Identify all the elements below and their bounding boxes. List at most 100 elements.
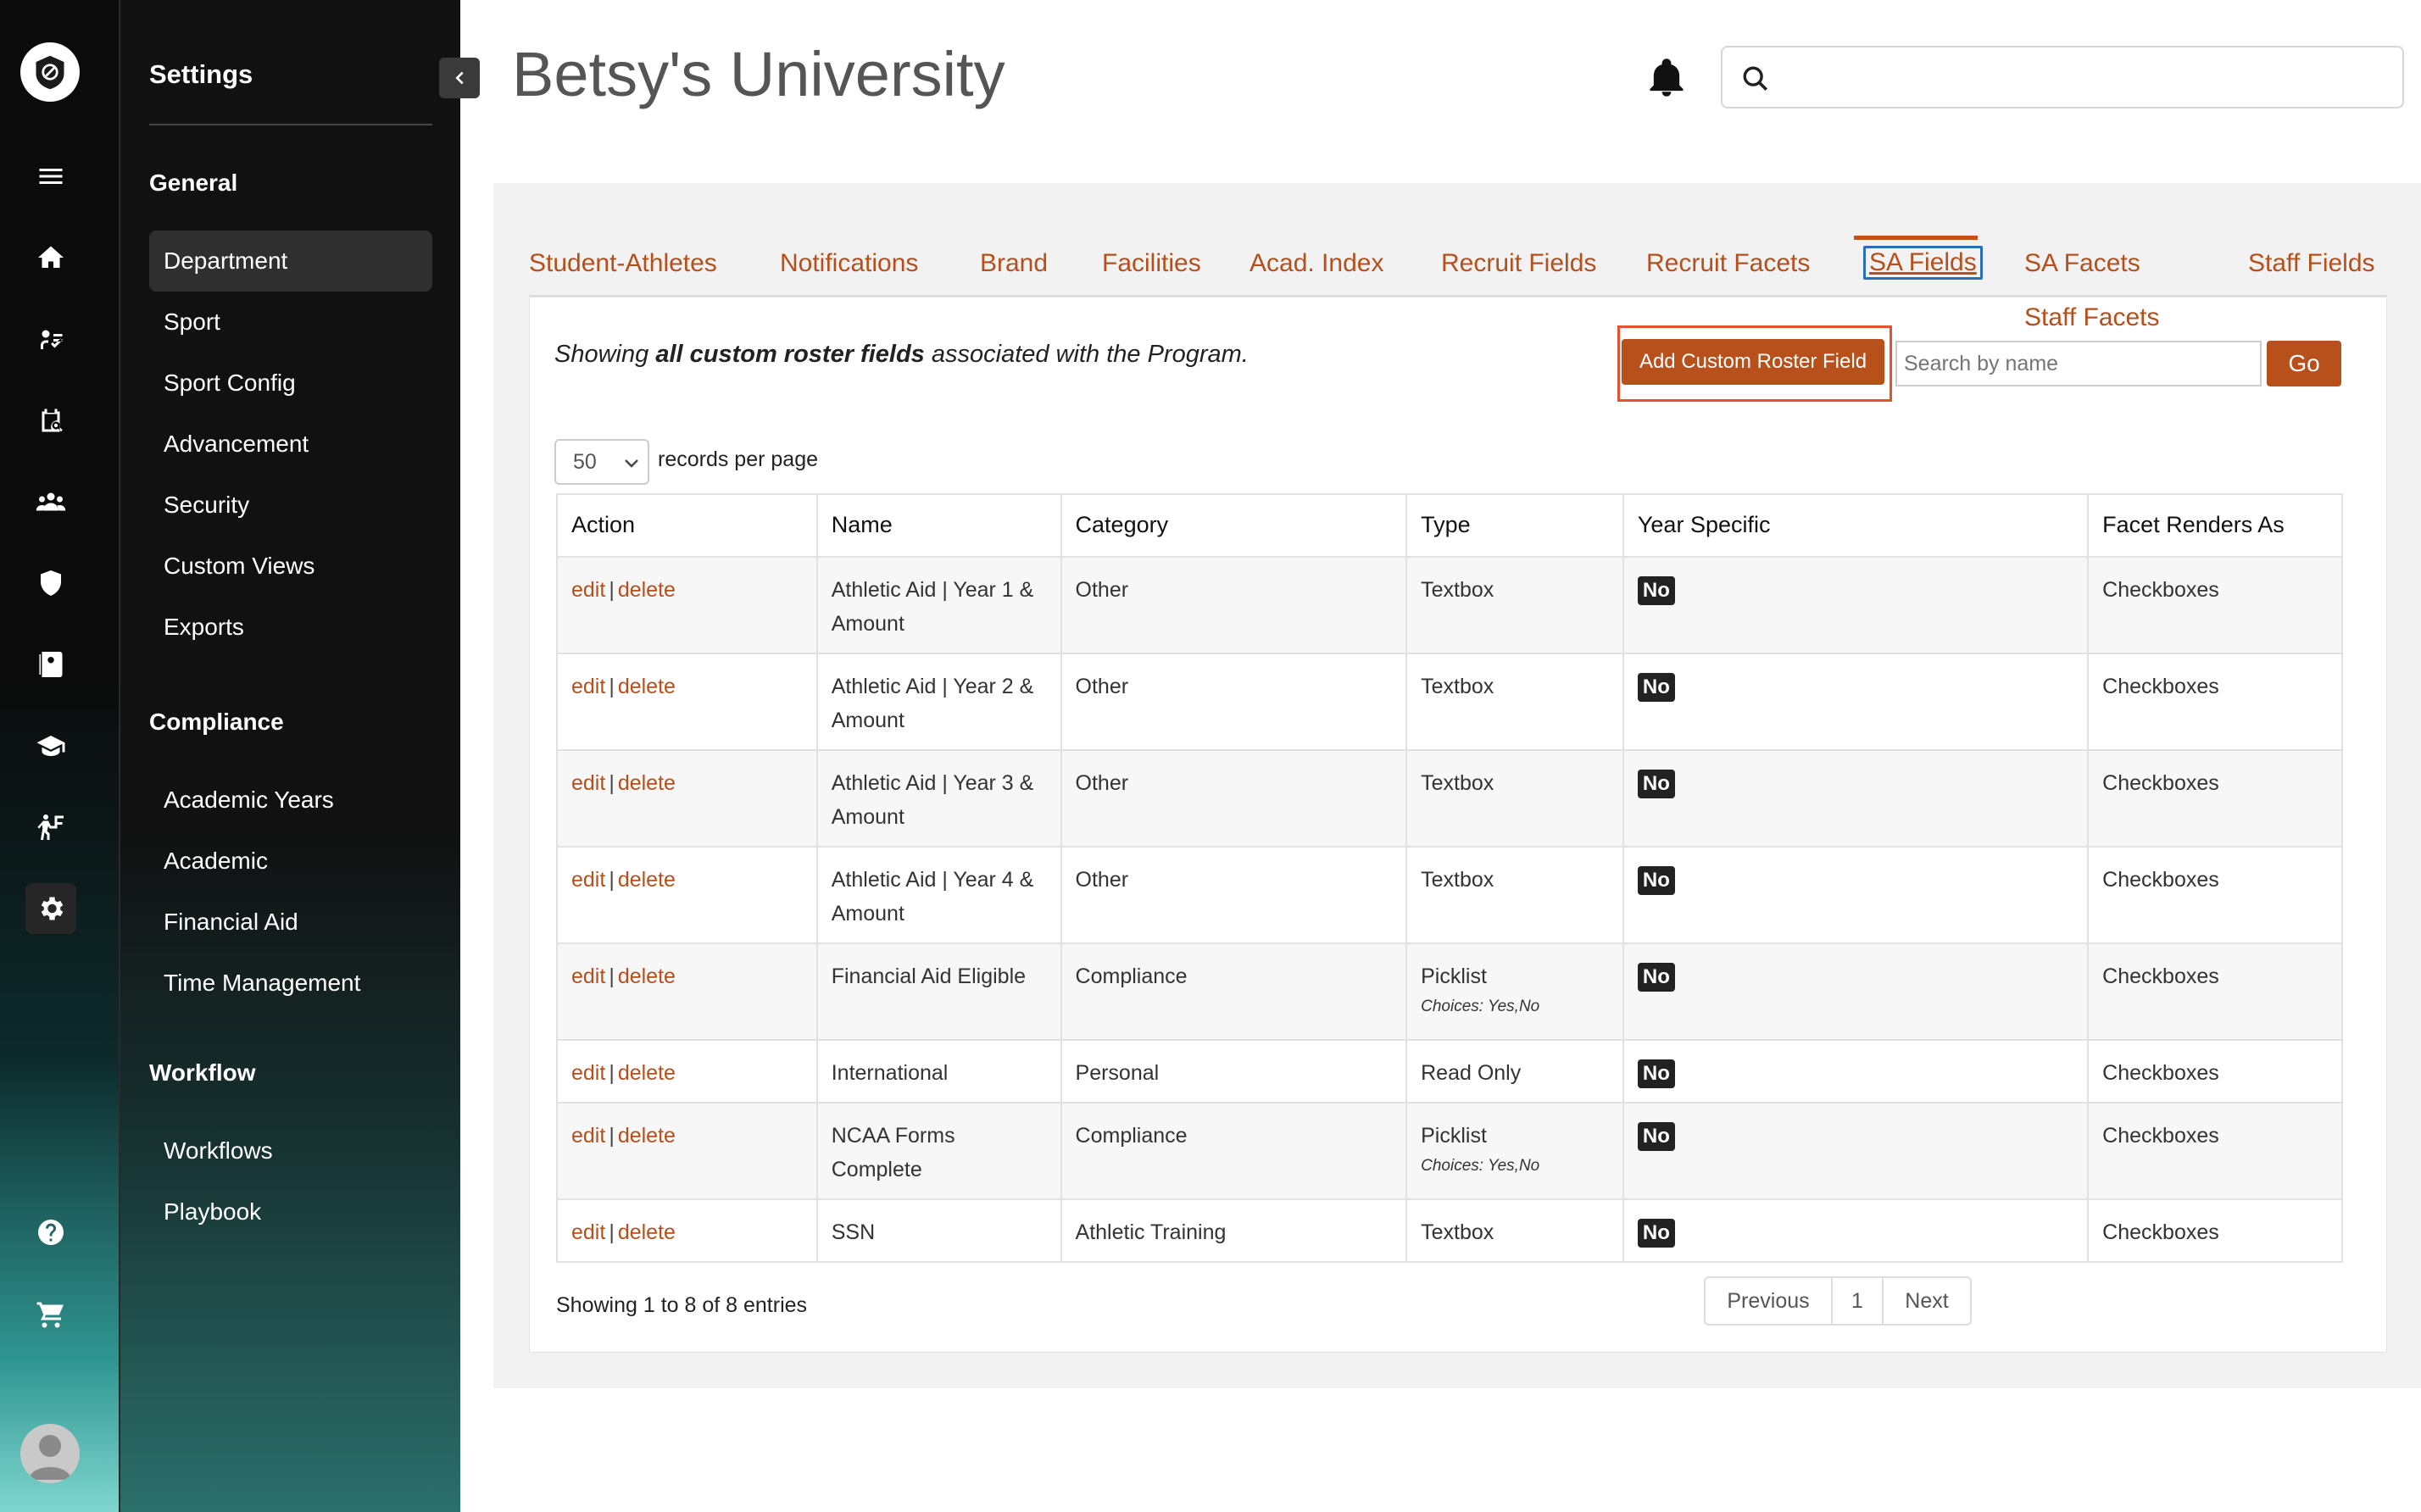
renders-as-cell: Checkboxes [2087, 653, 2343, 751]
edit-link[interactable]: edit [571, 1124, 605, 1148]
delete-link[interactable]: delete [618, 1061, 676, 1085]
tab-acad-index[interactable]: Acad. Index [1249, 249, 1383, 278]
tab-brand[interactable]: Brand [980, 249, 1048, 278]
sidebar-item-advancement[interactable]: Advancement [149, 414, 432, 475]
name-cell: SSN [815, 1198, 1062, 1263]
edit-link[interactable]: edit [571, 964, 605, 988]
tab-recruit-fields[interactable]: Recruit Fields [1441, 249, 1596, 278]
year-specific-badge: No [1637, 576, 1675, 605]
tab-sa-fields[interactable]: SA Fields [1863, 246, 1983, 280]
delete-link[interactable]: delete [618, 675, 676, 698]
category-cell: Other [1060, 653, 1408, 751]
sidebar-item-security[interactable]: Security [149, 475, 432, 536]
graduation-cap-icon[interactable] [25, 720, 76, 771]
delete-link[interactable]: delete [618, 578, 676, 602]
edit-link[interactable]: edit [571, 675, 605, 698]
edit-link[interactable]: edit [571, 578, 605, 602]
collapse-sidebar-button[interactable] [439, 58, 480, 98]
chevron-down-icon [625, 459, 638, 468]
search-icon [1743, 66, 1768, 92]
delete-link[interactable]: delete [618, 1220, 676, 1244]
tab-staff-fields[interactable]: Staff Fields [2248, 249, 2375, 278]
choices-text: Choices: Yes,No [1421, 1157, 1540, 1175]
tab-recruit-facets[interactable]: Recruit Facets [1646, 249, 1810, 278]
sidebar-item-custom-views[interactable]: Custom Views [149, 536, 432, 597]
sidebar-item-exports[interactable]: Exports [149, 597, 432, 658]
action-separator: | [609, 1220, 615, 1244]
home-icon[interactable] [25, 232, 76, 283]
type-value: Read Only [1421, 1061, 1522, 1085]
column-header-facet-renders-as[interactable]: Facet Renders As [2087, 493, 2343, 558]
column-header-type[interactable]: Type [1405, 493, 1624, 558]
recruit-icon[interactable] [25, 314, 76, 364]
training-icon[interactable] [25, 802, 76, 853]
year-specific-badge: No [1637, 963, 1675, 992]
notifications-bell-icon[interactable] [1645, 56, 1689, 100]
name-cell: Athletic Aid | Year 3 & Amount [815, 749, 1062, 848]
global-search-input[interactable] [1782, 54, 2392, 102]
category-cell: Other [1060, 846, 1408, 944]
tab-facilities[interactable]: Facilities [1102, 249, 1201, 278]
delete-link[interactable]: delete [618, 1124, 676, 1148]
action-separator: | [609, 771, 615, 795]
cart-icon[interactable] [25, 1288, 76, 1339]
delete-link[interactable]: delete [618, 868, 676, 892]
table-row: edit | delete NCAA Forms Complete Compliance… [556, 1102, 2343, 1200]
table-row: edit | delete International Personal Read Onl… [556, 1039, 2343, 1103]
type-value: Textbox [1421, 675, 1494, 698]
sidebar-item-academic-years[interactable]: Academic Years [149, 770, 432, 831]
tab-staff-facets[interactable]: Staff Facets [2024, 303, 2160, 332]
next-page-button[interactable]: Next [1884, 1278, 1970, 1324]
column-header-category[interactable]: Category [1060, 493, 1408, 558]
table-row: edit | delete Athletic Aid | Year 4 & Amoun… [556, 846, 2343, 944]
type-cell: Textbox [1405, 556, 1624, 654]
column-header-name[interactable]: Name [815, 493, 1062, 558]
type-value: Picklist [1421, 964, 1487, 988]
sidebar-item-time-management[interactable]: Time Management [149, 953, 432, 1014]
user-avatar[interactable] [20, 1424, 80, 1483]
column-header-year-specific[interactable]: Year Specific [1622, 493, 2090, 558]
team-icon[interactable] [25, 476, 76, 527]
shield-icon[interactable] [25, 558, 76, 609]
action-cell: edit | delete [556, 846, 818, 944]
sidebar-item-financial-aid[interactable]: Financial Aid [149, 892, 432, 953]
roster-icon[interactable] [25, 639, 76, 690]
records-per-page-label: records per page [658, 447, 819, 471]
app-logo[interactable] [20, 42, 80, 102]
sidebar-item-playbook[interactable]: Playbook [149, 1181, 432, 1242]
sidebar-item-sport-config[interactable]: Sport Config [149, 353, 432, 414]
gear-icon[interactable] [25, 883, 76, 934]
tab-student-athletes[interactable]: Student-Athletes [529, 249, 717, 278]
records-per-page-select[interactable]: 50 [554, 439, 649, 485]
type-value: Textbox [1421, 578, 1494, 602]
choices-text: Choices: Yes,No [1421, 998, 1540, 1015]
previous-page-button[interactable]: Previous [1706, 1278, 1833, 1324]
search-by-name-input[interactable] [1895, 341, 2262, 386]
renders-as-cell: Checkboxes [2087, 846, 2343, 944]
go-button[interactable]: Go [2267, 341, 2341, 386]
menu-icon[interactable] [25, 151, 76, 202]
entries-info: Showing 1 to 8 of 8 entries [556, 1293, 808, 1317]
sidebar-item-sport[interactable]: Sport [149, 292, 432, 353]
edit-link[interactable]: edit [571, 868, 605, 892]
clipboard-search-icon[interactable] [25, 395, 76, 446]
year-specific-badge: No [1637, 1122, 1675, 1151]
delete-link[interactable]: delete [618, 964, 676, 988]
settings-sidebar: Settings General Department Sport Sport Con… [119, 0, 480, 1512]
delete-link[interactable]: delete [618, 771, 676, 795]
sidebar-item-workflows[interactable]: Workflows [149, 1120, 432, 1181]
tab-sa-facets[interactable]: SA Facets [2024, 249, 2140, 278]
sidebar-item-department[interactable]: Department [149, 231, 432, 292]
add-custom-roster-field-button[interactable]: Add Custom Roster Field [1622, 339, 1884, 385]
edit-link[interactable]: edit [571, 771, 605, 795]
edit-link[interactable]: edit [571, 1220, 605, 1244]
help-icon[interactable] [25, 1207, 76, 1258]
page-1-button[interactable]: 1 [1833, 1278, 1884, 1324]
category-cell: Athletic Training [1060, 1198, 1408, 1263]
column-header-action[interactable]: Action [556, 493, 818, 558]
global-search[interactable] [1721, 46, 2404, 108]
type-value: Textbox [1421, 771, 1494, 795]
edit-link[interactable]: edit [571, 1061, 605, 1085]
tab-notifications[interactable]: Notifications [780, 249, 918, 278]
sidebar-item-academic[interactable]: Academic [149, 831, 432, 892]
